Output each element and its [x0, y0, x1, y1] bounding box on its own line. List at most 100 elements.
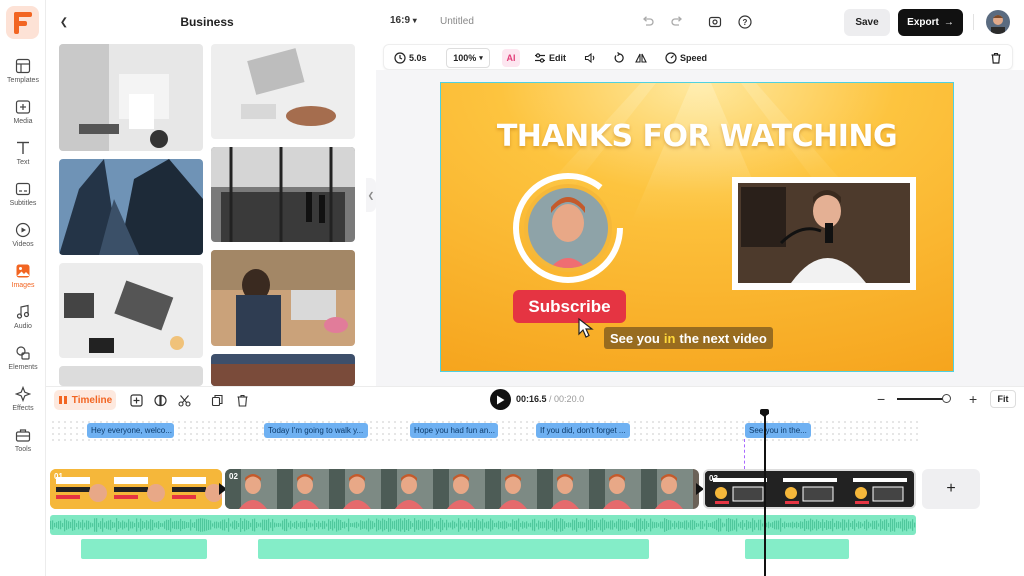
clip-number: 01: [54, 472, 63, 481]
export-label: Export: [907, 17, 939, 28]
image-thumbnail[interactable]: [59, 159, 203, 255]
add-clip-button[interactable]: +: [922, 469, 980, 509]
ai-tools-button[interactable]: AI: [502, 45, 520, 71]
add-track-button[interactable]: [128, 392, 144, 408]
rail-label: Text: [16, 159, 30, 166]
video-clip[interactable]: 01: [50, 469, 222, 509]
rail-label: Videos: [12, 241, 34, 248]
image-thumbnail[interactable]: [59, 263, 203, 358]
project-name[interactable]: Untitled: [440, 16, 474, 27]
playhead[interactable]: [764, 415, 766, 576]
image-thumbnail[interactable]: [211, 250, 355, 346]
speed-label: Speed: [680, 53, 708, 63]
edit-label: Edit: [549, 53, 566, 63]
duplicate-button[interactable]: [209, 392, 225, 408]
flip-button[interactable]: [635, 45, 647, 71]
collapse-panel-button[interactable]: ❮: [366, 178, 376, 212]
rail-label: Tools: [14, 446, 32, 453]
timeline-tab[interactable]: Timeline: [54, 390, 116, 410]
redo-button[interactable]: [668, 13, 686, 31]
total-time: 00:20.0: [554, 394, 585, 404]
subtitle-chip[interactable]: Hope you had fun an...: [410, 423, 498, 438]
audio-clip[interactable]: [745, 539, 849, 559]
rail-item-effects[interactable]: Effects: [0, 382, 46, 422]
speed-button[interactable]: Speed: [665, 45, 707, 71]
video-clip[interactable]: 02: [225, 469, 699, 509]
chevron-down-icon: ▾: [412, 16, 417, 25]
help-button[interactable]: ?: [736, 13, 754, 31]
save-button[interactable]: Save: [844, 9, 890, 36]
screen-record-button[interactable]: [706, 13, 724, 31]
record-icon: [708, 16, 722, 28]
element-toolbar: 5.0s 100% ▾ AI Edit Speed: [383, 44, 1013, 70]
volume-button[interactable]: [584, 45, 596, 71]
delete-clip-button[interactable]: [234, 392, 250, 408]
copy-icon: [211, 394, 223, 406]
subtitle-chip[interactable]: Hey everyone, welco...: [87, 423, 174, 438]
aspect-ratio-select[interactable]: 16:9 ▾: [390, 15, 417, 26]
edit-button[interactable]: Edit: [534, 45, 566, 71]
zoom-in-button[interactable]: +: [969, 391, 977, 407]
time-separator: /: [546, 394, 555, 404]
video-preview[interactable]: THANKS FOR WATCHING Subscribe See you in…: [440, 82, 954, 372]
rail-label: Subtitles: [9, 200, 37, 207]
zoom-slider-handle[interactable]: [942, 394, 951, 403]
subtitles-icon: [15, 182, 31, 196]
app-logo[interactable]: [6, 6, 39, 39]
cut-button[interactable]: [176, 392, 192, 408]
avatar[interactable]: [986, 10, 1010, 34]
images-panel: ❮ Business: [46, 0, 368, 386]
subtitle-chip[interactable]: If you did, don't forget ...: [536, 423, 630, 438]
export-button[interactable]: Export →: [898, 9, 963, 36]
redo-icon: [671, 16, 682, 26]
scale-select[interactable]: 100% ▾: [446, 48, 490, 68]
undo-button[interactable]: [639, 13, 657, 31]
rail-item-templates[interactable]: Templates: [0, 54, 46, 94]
trash-icon: [237, 394, 247, 407]
rail-item-text[interactable]: Text: [0, 136, 46, 176]
zoom-out-button[interactable]: −: [877, 391, 885, 407]
rail-item-images[interactable]: Images: [0, 259, 46, 299]
clip-number: 02: [229, 472, 238, 481]
play-button[interactable]: [490, 389, 511, 410]
image-thumbnail[interactable]: [59, 44, 203, 151]
sliders-icon: [535, 53, 545, 63]
templates-icon: [15, 58, 31, 74]
add-square-icon: [129, 393, 143, 407]
subtitle-chip[interactable]: Today I'm going to walk y...: [264, 423, 368, 438]
subtitle-chip[interactable]: See you in the...: [745, 423, 811, 438]
rail-item-tools[interactable]: Tools: [0, 423, 46, 463]
top-bar: 16:9 ▾ Untitled ? Save Export →: [376, 0, 1024, 44]
videos-icon: [15, 222, 31, 238]
arrow-right-icon: →: [943, 17, 954, 28]
rail-item-subtitles[interactable]: Subtitles: [0, 177, 46, 217]
caption-overlay: See you in the next video: [604, 327, 773, 349]
audio-clip[interactable]: [81, 539, 207, 559]
video-clip[interactable]: 03: [703, 469, 916, 509]
rotate-button[interactable]: [613, 45, 625, 71]
marker-line: [744, 439, 745, 469]
image-thumbnail[interactable]: [211, 147, 355, 242]
rail-item-elements[interactable]: Elements: [0, 341, 46, 381]
delete-button[interactable]: [990, 45, 1002, 71]
duration-button[interactable]: 5.0s: [394, 45, 427, 71]
split-button[interactable]: [152, 392, 168, 408]
image-thumbnail[interactable]: [211, 354, 355, 386]
rail-item-audio[interactable]: Audio: [0, 300, 46, 340]
audio-clip[interactable]: [258, 539, 649, 559]
image-thumbnail[interactable]: [59, 366, 203, 386]
rail-item-media[interactable]: Media: [0, 95, 46, 135]
speaker-icon: [584, 52, 595, 64]
elements-icon: [16, 346, 30, 360]
current-time: 00:16.5: [516, 394, 547, 404]
flip-icon: [635, 53, 647, 63]
images-icon: [16, 264, 30, 278]
fit-button[interactable]: Fit: [990, 390, 1016, 408]
rail-item-videos[interactable]: Videos: [0, 218, 46, 258]
svg-text:?: ?: [743, 18, 748, 27]
speedometer-icon: [665, 52, 677, 64]
rail-label: Media: [13, 118, 33, 125]
image-thumbnail[interactable]: [211, 44, 355, 139]
audio-track-main[interactable]: [50, 515, 916, 535]
scale-value: 100%: [453, 53, 477, 63]
